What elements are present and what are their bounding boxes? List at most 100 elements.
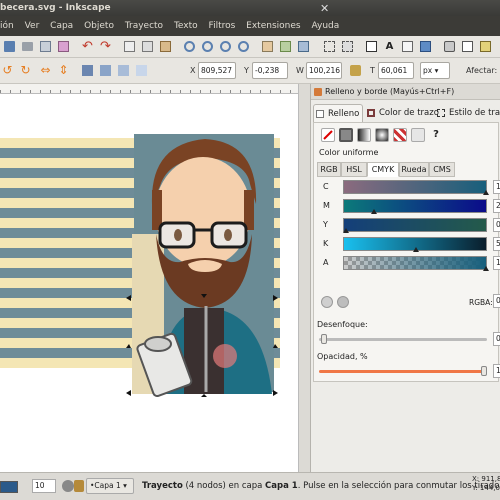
unit-select[interactable]: px ▾	[420, 62, 450, 79]
color-managed-icon[interactable]	[337, 296, 349, 308]
slider-c-value[interactable]: 100	[493, 180, 500, 194]
copy-icon[interactable]	[122, 39, 137, 54]
slider-a-track[interactable]	[343, 256, 487, 270]
mode-tab-hsl[interactable]: HSL	[341, 162, 367, 177]
mode-tab-rgb[interactable]: RGB	[317, 162, 341, 177]
visibility-icon[interactable]	[62, 480, 74, 492]
menu-filters[interactable]: Filtros	[205, 16, 240, 36]
object-properties-icon[interactable]	[478, 39, 493, 54]
slider-m-knob[interactable]	[371, 209, 377, 214]
swatch-icon[interactable]	[411, 128, 425, 142]
raise-to-top-icon[interactable]	[80, 63, 95, 78]
menu-path[interactable]: Trayecto	[121, 16, 167, 36]
menu-text[interactable]: Texto	[170, 16, 202, 36]
mode-tab-cmyk[interactable]: CMYK	[367, 162, 399, 177]
h-input[interactable]: 60,061	[378, 62, 414, 79]
layer-select[interactable]: •Capa 1 ▾	[86, 478, 134, 494]
opacity-slider-handle[interactable]	[481, 366, 487, 376]
tab-stroke-style[interactable]: Estilo de trazo	[435, 104, 500, 122]
blur-slider-handle[interactable]	[321, 334, 327, 344]
mode-tab-wheel[interactable]: Rueda	[399, 162, 429, 177]
unlink-clone-icon[interactable]	[296, 39, 311, 54]
slider-c-knob[interactable]	[483, 190, 489, 195]
menu-help[interactable]: Ayuda	[307, 16, 343, 36]
mode-tab-cms[interactable]: CMS	[429, 162, 455, 177]
picker-icon[interactable]	[321, 296, 333, 308]
menu-object[interactable]: Objeto	[80, 16, 118, 36]
lower-icon[interactable]	[116, 63, 131, 78]
zoom-page-icon[interactable]	[218, 39, 233, 54]
undo-icon[interactable]: ↶	[80, 39, 95, 54]
duplicate-icon[interactable]	[260, 39, 275, 54]
slider-k-value[interactable]: 50	[493, 237, 500, 251]
fill-stroke-icon[interactable]	[364, 39, 379, 54]
affect-label: Afectar:	[466, 66, 498, 75]
linear-gradient-icon[interactable]	[357, 128, 371, 142]
align-distribute-icon[interactable]	[418, 39, 433, 54]
drawing-canvas[interactable]	[0, 94, 298, 472]
xml-editor-icon[interactable]	[400, 39, 415, 54]
slider-c-track[interactable]	[343, 180, 487, 194]
rotate-ccw-icon[interactable]: ↺	[0, 63, 15, 78]
slider-y-value[interactable]: 0	[493, 218, 500, 232]
paste-icon[interactable]	[158, 39, 173, 54]
pattern-icon[interactable]	[393, 128, 407, 142]
blur-label: Desenfoque:	[317, 320, 368, 329]
flat-color-icon[interactable]	[339, 128, 353, 142]
save-icon[interactable]	[2, 39, 17, 54]
print-icon[interactable]	[20, 39, 35, 54]
rotate-cw-icon[interactable]: ↻	[18, 63, 33, 78]
slider-k-knob[interactable]	[413, 247, 419, 252]
avatar-illustration[interactable]	[126, 134, 278, 398]
lower-to-bottom-icon[interactable]	[134, 63, 149, 78]
opacity-slider[interactable]	[319, 370, 487, 373]
x-input[interactable]: 809,527	[198, 62, 236, 79]
horizontal-ruler[interactable]	[0, 84, 298, 94]
clone-icon[interactable]	[278, 39, 293, 54]
slider-y-knob[interactable]	[343, 228, 349, 233]
unit-value: px	[423, 66, 433, 75]
menu-layer[interactable]: Capa	[46, 16, 77, 36]
no-paint-icon[interactable]	[321, 128, 335, 142]
opacity-input[interactable]: 1	[493, 364, 500, 378]
lock-proportions-icon[interactable]	[348, 63, 363, 78]
menu-edit[interactable]: ión	[0, 16, 18, 36]
flip-horizontal-icon[interactable]: ⇔	[38, 63, 53, 78]
canvas-drawing[interactable]	[0, 94, 298, 472]
group-icon[interactable]	[322, 39, 337, 54]
blur-input[interactable]: 0	[493, 332, 500, 346]
lock-icon[interactable]	[74, 480, 84, 492]
slider-a-knob[interactable]	[483, 266, 489, 271]
slider-a-value[interactable]: 100	[493, 256, 500, 270]
document-properties-icon[interactable]	[460, 39, 475, 54]
tab-stroke-paint[interactable]: Color de trazo	[365, 104, 439, 122]
opacity-status-input[interactable]: 10	[32, 479, 56, 493]
ungroup-icon[interactable]	[340, 39, 355, 54]
slider-m-track[interactable]	[343, 199, 487, 213]
redo-icon[interactable]: ↷	[98, 39, 113, 54]
radial-gradient-icon[interactable]	[375, 128, 389, 142]
menu-view[interactable]: Ver	[21, 16, 44, 36]
zoom-selection-icon[interactable]	[182, 39, 197, 54]
flip-vertical-icon[interactable]: ⇕	[56, 63, 71, 78]
unset-paint-icon[interactable]: ?	[429, 128, 443, 142]
close-window-icon[interactable]: ✕	[320, 3, 329, 14]
text-font-icon[interactable]: A	[382, 39, 397, 54]
zoom-drawing-icon[interactable]	[200, 39, 215, 54]
raise-icon[interactable]	[98, 63, 113, 78]
zoom-width-icon[interactable]	[236, 39, 251, 54]
import-icon[interactable]	[38, 39, 53, 54]
blur-slider[interactable]	[319, 338, 487, 341]
menu-extensions[interactable]: Extensiones	[242, 16, 304, 36]
preferences-icon[interactable]	[442, 39, 457, 54]
fill-indicator[interactable]	[0, 481, 18, 493]
slider-m-value[interactable]: 20	[493, 199, 500, 213]
rgba-input[interactable]: 0	[493, 294, 500, 308]
w-input[interactable]: 100,216	[306, 62, 342, 79]
tab-fill[interactable]: Relleno	[313, 104, 363, 122]
cut-icon[interactable]	[140, 39, 155, 54]
y-input[interactable]: -0,238	[252, 62, 288, 79]
vertical-scrollbar[interactable]	[298, 84, 310, 472]
slider-y-track[interactable]	[343, 218, 487, 232]
export-icon[interactable]	[56, 39, 71, 54]
